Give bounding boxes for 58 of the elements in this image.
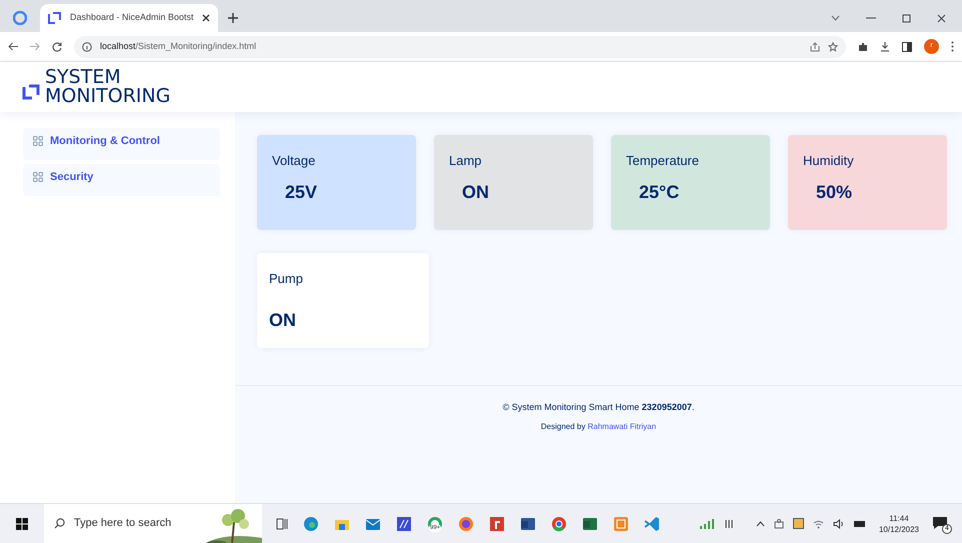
notification-icon xyxy=(932,516,948,530)
chrome-icon xyxy=(551,516,567,532)
copyright-text: © System Monitoring Smart Home 2320952007. xyxy=(502,401,694,414)
search-icon xyxy=(54,518,65,529)
logo-icon xyxy=(48,12,62,24)
address-bar[interactable]: localhost/Sistem_Monitoring/index.html xyxy=(74,36,846,58)
card-value: ON xyxy=(269,309,296,332)
sidebar-item[interactable]: Security xyxy=(23,164,220,196)
edge-icon xyxy=(303,516,319,532)
clock[interactable]: 11:44 10/12/2023 xyxy=(874,512,923,534)
card-title: Lamp xyxy=(449,152,482,170)
chevron-down-icon xyxy=(831,15,840,21)
speaker-icon xyxy=(832,518,845,528)
sidebar-item[interactable]: Monitoring & Control xyxy=(23,128,220,160)
download-icon xyxy=(880,42,890,52)
grid-icon xyxy=(33,172,43,182)
logo-icon xyxy=(22,84,40,100)
wifi-icon xyxy=(812,518,824,528)
back-arrow-icon xyxy=(8,42,18,51)
chevron-up-icon xyxy=(756,520,765,526)
code-editor-icon xyxy=(644,516,660,532)
side-panel-icon xyxy=(902,42,912,52)
battery-icon xyxy=(854,520,866,526)
close-icon xyxy=(937,14,946,22)
card-value: ON xyxy=(461,181,489,204)
square-tile-icon xyxy=(613,516,629,532)
card-value: 25V xyxy=(284,181,318,204)
firefox-icon xyxy=(458,516,474,532)
windows-start-icon xyxy=(16,518,28,530)
search-field[interactable]: Type here to search xyxy=(74,515,194,532)
grid-icon xyxy=(33,136,43,146)
forward-arrow-icon xyxy=(30,42,40,51)
word-icon xyxy=(520,516,536,532)
close-icon xyxy=(202,14,210,22)
card-value: 25°C xyxy=(638,181,680,204)
logo-text[interactable]: SYSTEM MONITORING xyxy=(45,68,170,106)
plus-icon xyxy=(228,13,238,23)
tray-app-icon xyxy=(792,518,804,529)
restore-icon xyxy=(902,14,911,22)
excel-icon xyxy=(582,516,598,532)
browser-tab[interactable]: Dashboard - NiceAdmin Bootst xyxy=(40,4,218,32)
menu-icon xyxy=(951,41,954,52)
app-tile-icon xyxy=(396,516,412,532)
card-title: Humidity xyxy=(803,152,854,170)
signal-bars-icon xyxy=(698,518,715,530)
card-title: Voltage xyxy=(272,152,316,170)
minimize-icon xyxy=(866,17,876,19)
author-link[interactable]: Rahmawati Fitriyan xyxy=(588,422,656,430)
reload-icon xyxy=(52,42,62,52)
share-icon xyxy=(810,42,820,52)
letter-tile-icon xyxy=(489,516,505,532)
card-title: Temperature xyxy=(626,152,699,170)
task-view-icon xyxy=(276,518,288,530)
credits-text: Designed by Rahmawati Fitriyan xyxy=(540,420,656,432)
card-value: 50% xyxy=(815,181,852,204)
card-title: Pump xyxy=(269,270,303,288)
info-icon xyxy=(82,42,92,52)
star-icon xyxy=(828,42,838,52)
